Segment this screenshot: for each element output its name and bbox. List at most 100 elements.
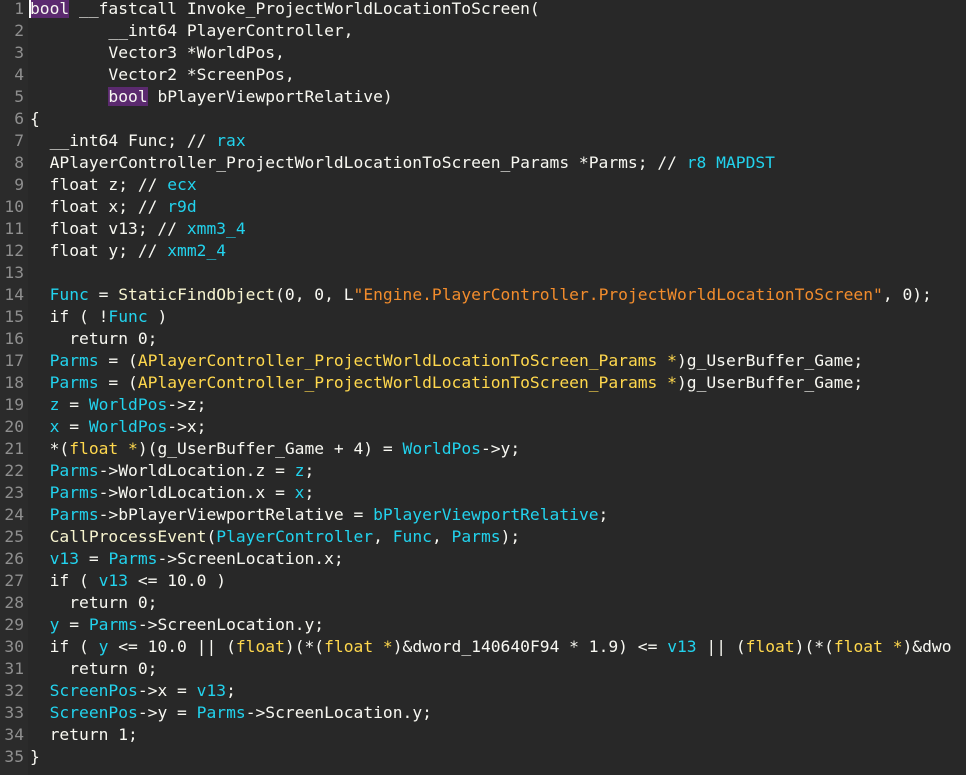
code-line[interactable]: 30 if ( y <= 10.0 || (float)(*(float *)&… [0, 636, 966, 658]
line-code: if ( v13 <= 10.0 ) [30, 570, 226, 592]
code-token: z [49, 395, 60, 414]
code-line[interactable]: 29 y = Parms->ScreenLocation.y; [0, 614, 966, 636]
code-token: ; [226, 681, 236, 700]
code-token: WorldPos [402, 439, 481, 458]
code-line[interactable]: 4 Vector2 *ScreenPos, [0, 64, 966, 86]
code-token: xmm3_4 [186, 219, 246, 238]
code-token: float z; // [30, 175, 168, 194]
code-token: bool [30, 0, 70, 18]
line-number: 11 [4, 219, 24, 238]
line-number: 14 [4, 285, 24, 304]
code-line[interactable]: 3 Vector3 *WorldPos, [0, 42, 966, 64]
code-token: || ( [696, 637, 746, 656]
line-number: 27 [4, 571, 24, 590]
line-code: return 1; [30, 724, 138, 746]
code-token: Parms [49, 351, 99, 370]
line-code: __int64 Func; // rax [30, 130, 246, 152]
code-line[interactable]: 27 if ( v13 <= 10.0 ) [0, 570, 966, 592]
code-token: ScreenPos [49, 681, 138, 700]
code-line[interactable]: 8 APlayerController_ProjectWorldLocation… [0, 152, 966, 174]
code-token: ->y = [137, 703, 197, 722]
code-token: if ( [30, 637, 99, 656]
code-token: Parms [49, 505, 99, 524]
line-code: Parms = (APlayerController_ProjectWorldL… [30, 350, 864, 372]
code-line[interactable]: 19 z = WorldPos->z; [0, 394, 966, 416]
code-token: x [49, 417, 60, 436]
code-line[interactable]: 33 ScreenPos->y = Parms->ScreenLocation.… [0, 702, 966, 724]
code-token: "Engine.PlayerController.ProjectWorldLoc… [353, 285, 883, 304]
code-token: ->y; [480, 439, 521, 458]
line-code: Vector3 *WorldPos, [30, 42, 284, 64]
line-code: float z; // ecx [30, 174, 197, 196]
line-number: 1 [14, 0, 24, 18]
code-line[interactable]: 22 Parms->WorldLocation.z = z; [0, 460, 966, 482]
code-line[interactable]: 2 __int64 PlayerController, [0, 20, 966, 42]
code-line[interactable]: 14 Func = StaticFindObject(0, 0, L"Engin… [0, 284, 966, 306]
line-number: 17 [4, 351, 24, 370]
code-line[interactable]: 32 ScreenPos->x = v13; [0, 680, 966, 702]
line-code: if ( y <= 10.0 || (float)(*(float *)&dwo… [30, 636, 952, 658]
code-line[interactable]: 24 Parms->bPlayerViewportRelative = bPla… [0, 504, 966, 526]
code-token: r8 MAPDST [686, 153, 775, 172]
code-line[interactable]: 28 return 0; [0, 592, 966, 614]
code-line[interactable]: 34 return 1; [0, 724, 966, 746]
code-token: float [745, 637, 795, 656]
code-token: APlayerController_ProjectWorldLocationTo… [30, 153, 687, 172]
code-token: ->ScreenLocation.x; [157, 549, 344, 568]
line-number: 3 [14, 43, 24, 62]
code-line[interactable]: 7 __int64 Func; // rax [0, 130, 966, 152]
code-line[interactable]: 13 [0, 262, 966, 284]
code-line[interactable]: 23 Parms->WorldLocation.x = x; [0, 482, 966, 504]
line-number: 32 [4, 681, 24, 700]
code-line[interactable]: 21 *(float *)(g_UserBuffer_Game + 4) = W… [0, 438, 966, 460]
code-token: ->ScreenLocation.y; [245, 703, 432, 722]
code-token: ; [598, 505, 609, 524]
code-line[interactable]: 6{ [0, 108, 966, 130]
code-line[interactable]: 20 x = WorldPos->x; [0, 416, 966, 438]
code-line[interactable]: 12 float y; // xmm2_4 [0, 240, 966, 262]
code-token: y [49, 615, 60, 634]
code-line[interactable]: 35} [0, 746, 966, 768]
text-cursor [29, 0, 31, 18]
code-line[interactable]: 10 float x; // r9d [0, 196, 966, 218]
code-token: y [98, 637, 109, 656]
code-token: WorldPos [88, 395, 168, 414]
code-token: if ( [30, 571, 99, 590]
line-code: __int64 PlayerController, [30, 20, 353, 42]
code-token: Func [108, 307, 148, 326]
code-token: v13 [667, 637, 697, 656]
line-code: v13 = Parms->ScreenLocation.x; [30, 548, 344, 570]
code-token: ->WorldLocation.x = [98, 483, 295, 502]
code-line[interactable]: 9 float z; // ecx [0, 174, 966, 196]
line-number: 21 [4, 439, 24, 458]
code-token: CallProcessEvent [49, 527, 207, 546]
code-line[interactable]: 26 v13 = Parms->ScreenLocation.x; [0, 548, 966, 570]
line-number: 15 [4, 307, 24, 326]
code-line[interactable]: 31 return 0; [0, 658, 966, 680]
code-token: Parms [88, 615, 138, 634]
code-token: , 0); [882, 285, 932, 304]
code-line[interactable]: 16 return 0; [0, 328, 966, 350]
line-code: return 0; [30, 592, 157, 614]
code-editor[interactable]: 1 bool __fastcall Invoke_ProjectWorldLoca… [0, 0, 966, 775]
line-number: 19 [4, 395, 24, 414]
code-token: x [294, 483, 305, 502]
code-token: Func [49, 285, 89, 304]
code-line[interactable]: 18 Parms = (APlayerController_ProjectWor… [0, 372, 966, 394]
code-line[interactable]: 17 Parms = (APlayerController_ProjectWor… [0, 350, 966, 372]
code-token: ->x = [137, 681, 197, 700]
code-token: float * [833, 637, 903, 656]
code-line[interactable]: 25 CallProcessEvent(PlayerController, Fu… [0, 526, 966, 548]
code-token: float y; // [30, 241, 168, 260]
code-line[interactable]: 15 if ( !Func ) [0, 306, 966, 328]
code-token: )g_UserBuffer_Game; [676, 351, 864, 370]
code-token: float * [69, 439, 138, 458]
line-code: *(float *)(g_UserBuffer_Game + 4) = Worl… [30, 438, 521, 460]
code-line[interactable]: 1 bool __fastcall Invoke_ProjectWorldLoca… [0, 0, 966, 20]
code-line[interactable]: 11 float v13; // xmm3_4 [0, 218, 966, 240]
code-line[interactable]: 5 bool bPlayerViewportRelative) [0, 86, 966, 108]
line-code: ScreenPos->x = v13; [30, 680, 236, 702]
code-token: float v13; // [30, 219, 187, 238]
